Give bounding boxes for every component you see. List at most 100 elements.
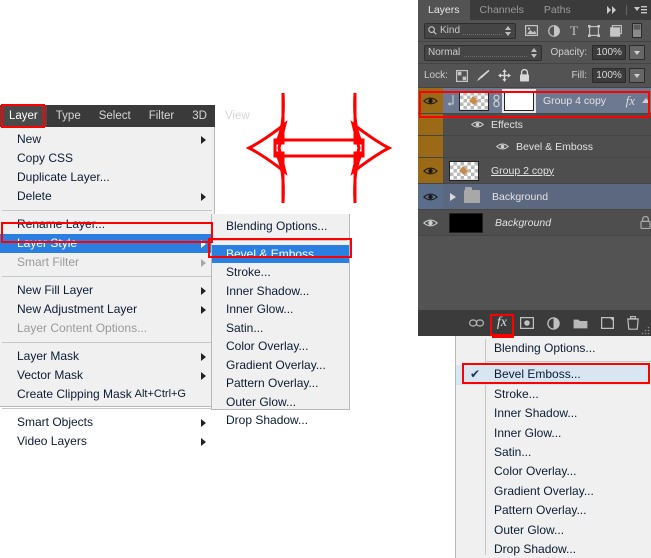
eye-icon[interactable] bbox=[496, 142, 509, 151]
menu-separator bbox=[2, 210, 212, 211]
fxmenu-item-stroke[interactable]: Stroke... bbox=[456, 385, 651, 404]
table-row[interactable]: Background bbox=[418, 210, 651, 236]
fxmenu-item-outer-glow[interactable]: Outer Glow... bbox=[456, 521, 651, 540]
layer-visibility-toggle[interactable] bbox=[418, 88, 443, 113]
submenu-item-inner-glow[interactable]: Inner Glow... bbox=[212, 300, 349, 319]
type-layer-filter-icon[interactable]: T bbox=[570, 24, 578, 37]
layer-name[interactable]: Group 2 copy bbox=[491, 165, 554, 177]
pixel-layer-filter-icon[interactable] bbox=[525, 25, 538, 36]
submenu-item-inner-shadow[interactable]: Inner Shadow... bbox=[212, 282, 349, 301]
table-row[interactable]: Bevel & Emboss bbox=[418, 136, 651, 158]
lock-all-icon[interactable] bbox=[519, 69, 530, 82]
menu-item-new-fill-layer[interactable]: New Fill Layer bbox=[0, 281, 214, 300]
add-layer-mask-icon[interactable] bbox=[520, 317, 534, 329]
submenu-item-satin[interactable]: Satin... bbox=[212, 319, 349, 338]
layer-thumbnail[interactable] bbox=[459, 90, 489, 111]
tab-paths[interactable]: Paths bbox=[534, 0, 581, 20]
fxmenu-item-satin[interactable]: Satin... bbox=[456, 443, 651, 462]
layer-name[interactable]: Group 4 copy bbox=[543, 95, 606, 107]
new-layer-icon[interactable] bbox=[601, 317, 614, 329]
fill-input[interactable]: 100% bbox=[592, 68, 626, 83]
layer-name[interactable]: Background bbox=[492, 191, 548, 203]
new-group-icon[interactable] bbox=[573, 317, 588, 329]
lock-position-icon[interactable] bbox=[497, 69, 511, 82]
table-row[interactable]: Group 2 copy bbox=[418, 158, 651, 184]
filter-kind-select[interactable]: Kind bbox=[424, 22, 516, 39]
effects-group-label[interactable]: Effects bbox=[491, 119, 523, 131]
lock-transparent-pixels-icon[interactable] bbox=[455, 69, 468, 82]
menu-item-create-clipping-mask[interactable]: Create Clipping Mask Alt+Ctrl+G bbox=[0, 385, 214, 404]
layer-thumbnail[interactable] bbox=[449, 212, 483, 233]
blend-mode-select[interactable]: Normal bbox=[424, 44, 542, 61]
fxmenu-item-bevel-emboss[interactable]: ✔ Bevel Emboss... bbox=[456, 365, 651, 385]
link-layers-icon[interactable] bbox=[468, 318, 484, 328]
submenu-item-color-overlay[interactable]: Color Overlay... bbox=[212, 337, 349, 356]
fxmenu-item-pattern-overlay[interactable]: Pattern Overlay... bbox=[456, 501, 651, 520]
layer-fx-badge[interactable]: fx bbox=[626, 93, 635, 109]
menu-item-layer-style[interactable]: Layer Style bbox=[0, 234, 214, 253]
opacity-input[interactable]: 100% bbox=[592, 45, 627, 60]
menu-item-delete[interactable]: Delete bbox=[0, 187, 214, 206]
effect-name[interactable]: Bevel & Emboss bbox=[516, 141, 593, 153]
layer-name[interactable]: Background bbox=[495, 217, 551, 229]
select-spinner-icon[interactable] bbox=[505, 25, 512, 37]
shape-layer-filter-icon[interactable] bbox=[587, 24, 600, 37]
fxmenu-item-blending-options[interactable]: Blending Options... bbox=[456, 339, 651, 358]
smart-object-filter-icon[interactable] bbox=[610, 24, 622, 37]
submenu-item-outer-glow[interactable]: Outer Glow... bbox=[212, 393, 349, 412]
tab-channels[interactable]: Channels bbox=[470, 0, 534, 20]
adjustment-layer-filter-icon[interactable] bbox=[548, 24, 560, 37]
layer-mask-thumbnail[interactable] bbox=[502, 88, 536, 113]
table-row[interactable]: Group 4 copy fx bbox=[418, 88, 651, 114]
menubar-item-filter[interactable]: Filter bbox=[140, 105, 184, 127]
menu-item-new-adjustment-layer[interactable]: New Adjustment Layer bbox=[0, 300, 214, 319]
layer-visibility-toggle[interactable] bbox=[418, 210, 443, 235]
tab-layers[interactable]: Layers bbox=[418, 0, 470, 20]
menubar-item-select[interactable]: Select bbox=[90, 105, 140, 127]
fill-dropdown-arrow[interactable] bbox=[629, 68, 645, 83]
link-mask-icon[interactable] bbox=[491, 94, 502, 108]
fxmenu-item-inner-shadow[interactable]: Inner Shadow... bbox=[456, 404, 651, 423]
effects-visibility-toggle[interactable] bbox=[418, 114, 443, 135]
layer-thumbnail[interactable] bbox=[449, 160, 479, 181]
new-adjustment-layer-icon[interactable] bbox=[547, 316, 560, 330]
fxmenu-item-gradient-overlay[interactable]: Gradient Overlay... bbox=[456, 482, 651, 501]
opacity-dropdown-arrow[interactable] bbox=[629, 45, 645, 60]
fxmenu-item-color-overlay[interactable]: Color Overlay... bbox=[456, 462, 651, 481]
menubar-item-layer[interactable]: Layer bbox=[0, 105, 47, 127]
panel-resize-grip-icon[interactable] bbox=[640, 325, 650, 335]
menu-item-vector-mask[interactable]: Vector Mask bbox=[0, 366, 214, 385]
menu-item-new[interactable]: New bbox=[0, 130, 214, 149]
delete-layer-icon[interactable] bbox=[627, 316, 639, 330]
menu-item-duplicate-layer[interactable]: Duplicate Layer... bbox=[0, 168, 214, 187]
submenu-item-pattern-overlay[interactable]: Pattern Overlay... bbox=[212, 374, 349, 393]
menu-item-rename-layer[interactable]: Rename Layer... bbox=[0, 215, 214, 234]
group-expand-arrow-icon[interactable] bbox=[449, 192, 458, 202]
expand-effects-arrow-icon[interactable] bbox=[641, 97, 651, 105]
fxmenu-item-drop-shadow[interactable]: Drop Shadow... bbox=[456, 540, 651, 558]
menubar-item-3d[interactable]: 3D bbox=[183, 105, 216, 127]
menu-item-copy-css[interactable]: Copy CSS bbox=[0, 149, 214, 168]
layer-visibility-toggle[interactable] bbox=[418, 184, 443, 209]
eye-icon[interactable] bbox=[471, 120, 484, 129]
effect-visibility-toggle[interactable] bbox=[418, 136, 443, 157]
submenu-item-bevel-emboss[interactable]: Bevel & Emboss... bbox=[212, 244, 349, 263]
filter-toggle-switch-icon[interactable] bbox=[631, 23, 642, 38]
menu-item-smart-objects[interactable]: Smart Objects bbox=[0, 413, 214, 432]
select-spinner-icon[interactable] bbox=[530, 47, 538, 59]
submenu-item-gradient-overlay[interactable]: Gradient Overlay... bbox=[212, 356, 349, 375]
table-row[interactable]: Background bbox=[418, 184, 651, 210]
submenu-item-stroke[interactable]: Stroke... bbox=[212, 263, 349, 282]
submenu-item-blending-options[interactable]: Blending Options... bbox=[212, 217, 349, 236]
menubar-item-type[interactable]: Type bbox=[47, 105, 90, 127]
layer-visibility-toggle[interactable] bbox=[418, 158, 443, 183]
menu-item-layer-mask[interactable]: Layer Mask bbox=[0, 347, 214, 366]
panel-menu-icon[interactable] bbox=[633, 5, 647, 16]
lock-image-pixels-icon[interactable] bbox=[476, 69, 490, 82]
submenu-item-drop-shadow[interactable]: Drop Shadow... bbox=[212, 411, 349, 430]
menu-item-video-layers[interactable]: Video Layers bbox=[0, 432, 214, 451]
fxmenu-item-inner-glow[interactable]: Inner Glow... bbox=[456, 424, 651, 443]
double-chevron-right-icon[interactable] bbox=[606, 5, 620, 15]
table-row[interactable]: Effects bbox=[418, 114, 651, 136]
add-layer-style-fx-icon[interactable]: fx bbox=[497, 315, 507, 331]
